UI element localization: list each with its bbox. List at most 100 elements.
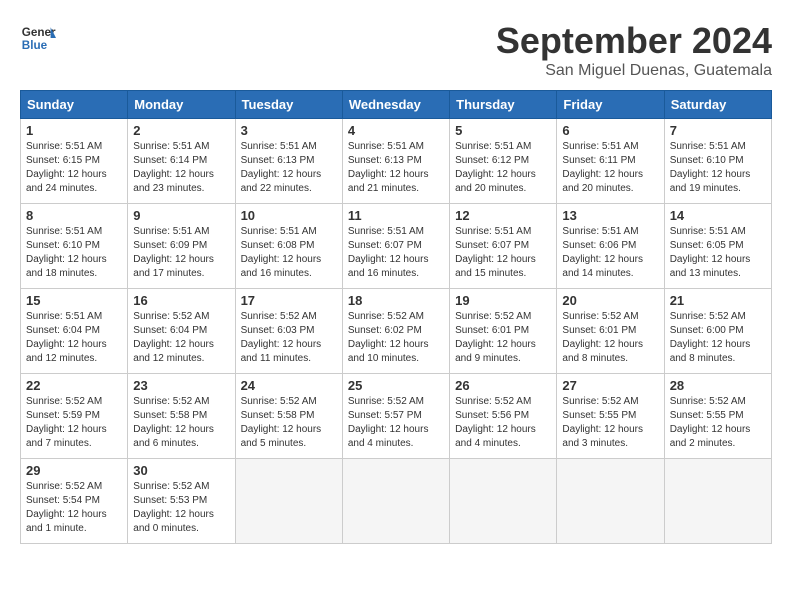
day-info: Sunrise: 5:51 AMSunset: 6:07 PMDaylight:… [348,226,429,279]
calendar-cell: 17 Sunrise: 5:52 AMSunset: 6:03 PMDaylig… [235,289,342,374]
week-row-4: 22 Sunrise: 5:52 AMSunset: 5:59 PMDaylig… [21,374,772,459]
logo: General Blue [20,20,56,56]
day-info: Sunrise: 5:51 AMSunset: 6:13 PMDaylight:… [348,141,429,194]
page-header: General Blue September 2024 San Miguel D… [20,20,772,80]
calendar-cell: 6 Sunrise: 5:51 AMSunset: 6:11 PMDayligh… [557,119,664,204]
calendar-cell: 14 Sunrise: 5:51 AMSunset: 6:05 PMDaylig… [664,204,771,289]
title-section: September 2024 San Miguel Duenas, Guatem… [496,20,772,80]
day-number: 8 [26,208,122,223]
day-info: Sunrise: 5:52 AMSunset: 6:01 PMDaylight:… [455,311,536,364]
day-info: Sunrise: 5:51 AMSunset: 6:07 PMDaylight:… [455,226,536,279]
calendar-cell: 22 Sunrise: 5:52 AMSunset: 5:59 PMDaylig… [21,374,128,459]
calendar-cell: 12 Sunrise: 5:51 AMSunset: 6:07 PMDaylig… [450,204,557,289]
location-title: San Miguel Duenas, Guatemala [496,62,772,80]
calendar-cell [235,459,342,544]
day-header-thursday: Thursday [450,91,557,119]
day-number: 5 [455,123,551,138]
day-info: Sunrise: 5:52 AMSunset: 5:58 PMDaylight:… [133,396,214,449]
day-number: 25 [348,378,444,393]
day-number: 16 [133,293,229,308]
day-header-monday: Monday [128,91,235,119]
day-header-sunday: Sunday [21,91,128,119]
day-headers-row: SundayMondayTuesdayWednesdayThursdayFrid… [21,91,772,119]
day-number: 23 [133,378,229,393]
day-info: Sunrise: 5:52 AMSunset: 6:03 PMDaylight:… [241,311,322,364]
calendar-cell: 16 Sunrise: 5:52 AMSunset: 6:04 PMDaylig… [128,289,235,374]
calendar-cell: 27 Sunrise: 5:52 AMSunset: 5:55 PMDaylig… [557,374,664,459]
calendar-cell: 21 Sunrise: 5:52 AMSunset: 6:00 PMDaylig… [664,289,771,374]
calendar-cell [664,459,771,544]
day-number: 10 [241,208,337,223]
day-number: 12 [455,208,551,223]
day-info: Sunrise: 5:51 AMSunset: 6:10 PMDaylight:… [26,226,107,279]
calendar-cell: 29 Sunrise: 5:52 AMSunset: 5:54 PMDaylig… [21,459,128,544]
day-info: Sunrise: 5:52 AMSunset: 6:04 PMDaylight:… [133,311,214,364]
day-header-saturday: Saturday [664,91,771,119]
day-info: Sunrise: 5:52 AMSunset: 5:54 PMDaylight:… [26,481,107,534]
calendar-cell: 25 Sunrise: 5:52 AMSunset: 5:57 PMDaylig… [342,374,449,459]
calendar-cell: 23 Sunrise: 5:52 AMSunset: 5:58 PMDaylig… [128,374,235,459]
calendar-table: SundayMondayTuesdayWednesdayThursdayFrid… [20,90,772,544]
day-info: Sunrise: 5:51 AMSunset: 6:11 PMDaylight:… [562,141,643,194]
day-number: 22 [26,378,122,393]
day-number: 29 [26,463,122,478]
calendar-cell [557,459,664,544]
day-number: 13 [562,208,658,223]
day-info: Sunrise: 5:52 AMSunset: 6:02 PMDaylight:… [348,311,429,364]
day-info: Sunrise: 5:51 AMSunset: 6:13 PMDaylight:… [241,141,322,194]
calendar-cell: 10 Sunrise: 5:51 AMSunset: 6:08 PMDaylig… [235,204,342,289]
day-number: 15 [26,293,122,308]
day-info: Sunrise: 5:51 AMSunset: 6:04 PMDaylight:… [26,311,107,364]
day-info: Sunrise: 5:52 AMSunset: 5:59 PMDaylight:… [26,396,107,449]
day-number: 11 [348,208,444,223]
day-info: Sunrise: 5:51 AMSunset: 6:09 PMDaylight:… [133,226,214,279]
day-number: 4 [348,123,444,138]
calendar-cell: 2 Sunrise: 5:51 AMSunset: 6:14 PMDayligh… [128,119,235,204]
day-number: 14 [670,208,766,223]
calendar-cell: 19 Sunrise: 5:52 AMSunset: 6:01 PMDaylig… [450,289,557,374]
day-number: 28 [670,378,766,393]
day-info: Sunrise: 5:52 AMSunset: 5:55 PMDaylight:… [562,396,643,449]
day-number: 7 [670,123,766,138]
calendar-cell [342,459,449,544]
day-info: Sunrise: 5:52 AMSunset: 5:55 PMDaylight:… [670,396,751,449]
day-info: Sunrise: 5:52 AMSunset: 6:00 PMDaylight:… [670,311,751,364]
day-number: 9 [133,208,229,223]
day-info: Sunrise: 5:52 AMSunset: 5:57 PMDaylight:… [348,396,429,449]
day-number: 3 [241,123,337,138]
day-header-wednesday: Wednesday [342,91,449,119]
calendar-cell: 9 Sunrise: 5:51 AMSunset: 6:09 PMDayligh… [128,204,235,289]
day-number: 30 [133,463,229,478]
calendar-cell [450,459,557,544]
calendar-cell: 13 Sunrise: 5:51 AMSunset: 6:06 PMDaylig… [557,204,664,289]
calendar-cell: 3 Sunrise: 5:51 AMSunset: 6:13 PMDayligh… [235,119,342,204]
day-info: Sunrise: 5:52 AMSunset: 5:56 PMDaylight:… [455,396,536,449]
day-info: Sunrise: 5:51 AMSunset: 6:15 PMDaylight:… [26,141,107,194]
week-row-5: 29 Sunrise: 5:52 AMSunset: 5:54 PMDaylig… [21,459,772,544]
week-row-3: 15 Sunrise: 5:51 AMSunset: 6:04 PMDaylig… [21,289,772,374]
day-info: Sunrise: 5:51 AMSunset: 6:10 PMDaylight:… [670,141,751,194]
calendar-cell: 28 Sunrise: 5:52 AMSunset: 5:55 PMDaylig… [664,374,771,459]
day-number: 20 [562,293,658,308]
day-info: Sunrise: 5:51 AMSunset: 6:05 PMDaylight:… [670,226,751,279]
month-title: September 2024 [496,20,772,62]
day-number: 27 [562,378,658,393]
calendar-cell: 8 Sunrise: 5:51 AMSunset: 6:10 PMDayligh… [21,204,128,289]
day-info: Sunrise: 5:51 AMSunset: 6:12 PMDaylight:… [455,141,536,194]
logo-icon: General Blue [20,20,56,56]
calendar-cell: 11 Sunrise: 5:51 AMSunset: 6:07 PMDaylig… [342,204,449,289]
day-info: Sunrise: 5:52 AMSunset: 5:58 PMDaylight:… [241,396,322,449]
calendar-cell: 7 Sunrise: 5:51 AMSunset: 6:10 PMDayligh… [664,119,771,204]
calendar-cell: 5 Sunrise: 5:51 AMSunset: 6:12 PMDayligh… [450,119,557,204]
day-number: 6 [562,123,658,138]
day-info: Sunrise: 5:52 AMSunset: 5:53 PMDaylight:… [133,481,214,534]
day-number: 18 [348,293,444,308]
calendar-cell: 1 Sunrise: 5:51 AMSunset: 6:15 PMDayligh… [21,119,128,204]
day-info: Sunrise: 5:51 AMSunset: 6:08 PMDaylight:… [241,226,322,279]
day-info: Sunrise: 5:51 AMSunset: 6:14 PMDaylight:… [133,141,214,194]
svg-text:Blue: Blue [22,39,48,52]
day-number: 2 [133,123,229,138]
week-row-1: 1 Sunrise: 5:51 AMSunset: 6:15 PMDayligh… [21,119,772,204]
day-header-tuesday: Tuesday [235,91,342,119]
day-number: 1 [26,123,122,138]
